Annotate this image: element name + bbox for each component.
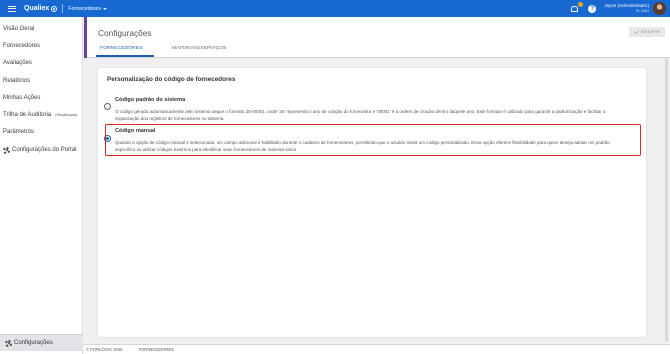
sidebar-item-label: Configurações: [14, 340, 53, 346]
radio-codigo-padrao[interactable]: [104, 103, 111, 110]
sidebar-item-parametros[interactable]: Parâmetros: [0, 126, 83, 138]
sidebar-item-sublabel: (Simplificada): [55, 113, 77, 117]
user-org: FL EAD: [635, 8, 649, 13]
option-title: Código padrão do sistema: [115, 97, 186, 103]
sidebar-item-label: Configurações do Portal: [12, 147, 77, 153]
sidebar-item-label: Minhas Ações: [3, 95, 41, 101]
app-logo[interactable]: Qualiex: [24, 5, 58, 12]
bell-icon: [571, 5, 579, 12]
sidebar-item-trilha-auditoria[interactable]: Trilha de Auditoria (Simplificada): [0, 109, 83, 121]
logo-text: Qualiex: [24, 5, 50, 12]
divider: [62, 4, 64, 13]
menu-icon[interactable]: [8, 5, 16, 12]
module-selector[interactable]: Fornecedores: [68, 6, 107, 12]
sidebar-item-avaliacoes[interactable]: Avaliações: [0, 57, 83, 69]
sidebar-item-label: Visão Geral: [3, 26, 35, 32]
sidebar: Visão Geral Fornecedores Avaliações Rela…: [0, 17, 83, 354]
scrollbar[interactable]: [665, 58, 668, 342]
tab-fornecedores[interactable]: FORNECEDORES: [100, 46, 143, 51]
option-description: O código gerado automaticamente pelo sis…: [115, 109, 606, 121]
copyright: © FORLOGIC 2025: [86, 347, 123, 352]
sidebar-item-minhas-acoes[interactable]: Minhas Ações: [0, 92, 83, 104]
avatar[interactable]: [653, 2, 666, 15]
sidebar-item-label: Avaliações: [3, 60, 32, 66]
footer-module: FORNECEDORES: [138, 347, 174, 352]
sidebar-item-label: Parâmetros: [3, 129, 35, 135]
sidebar-item-visao-geral[interactable]: Visão Geral: [0, 23, 83, 35]
logo-mark-icon: [51, 5, 58, 12]
selected-option-highlight: [105, 124, 641, 156]
settings-card: Personalização do código de fornecedores…: [98, 68, 646, 337]
sidebar-item-label: Fornecedores: [3, 43, 41, 49]
top-bar: Qualiex Fornecedores ? Joyce (Administra…: [0, 0, 670, 17]
sidebar-item-relatorios[interactable]: Relatórios: [0, 75, 83, 87]
module-label: Fornecedores: [68, 5, 101, 12]
notification-badge: [578, 1, 584, 7]
sidebar-item-label: Trilha de Auditoria: [3, 112, 52, 118]
gear-icon: [3, 146, 10, 154]
user-info[interactable]: Joyce (Administrador) FL EAD: [604, 3, 649, 14]
card-title: Personalização do código de fornecedores: [107, 76, 236, 83]
save-button[interactable]: SALVAR: [629, 27, 665, 37]
chevron-down-icon: [102, 7, 107, 10]
gear-icon: [5, 339, 12, 347]
sidebar-item-configuracoes-portal[interactable]: Configurações do Portal: [0, 144, 83, 156]
save-label: SALVAR: [641, 29, 660, 35]
page-header: Configurações FORNECEDORES MATERIAIS/SER…: [84, 17, 670, 58]
sidebar-item-label: Relatórios: [3, 78, 31, 84]
active-tab-indicator: [96, 55, 154, 57]
notifications-icon[interactable]: [570, 1, 584, 14]
footer: © FORLOGIC 2025 FORNECEDORES: [84, 344, 670, 354]
sidebar-item-fornecedores[interactable]: Fornecedores: [0, 40, 83, 52]
page-title: Configurações: [98, 28, 152, 38]
sidebar-item-configuracoes[interactable]: Configurações: [0, 334, 83, 351]
tab-materiais-servicos[interactable]: MATERIAIS/SERVIÇOS: [172, 46, 226, 51]
header-accent-bar: [84, 17, 87, 58]
help-icon[interactable]: ?: [588, 4, 597, 13]
check-icon: [634, 30, 640, 34]
